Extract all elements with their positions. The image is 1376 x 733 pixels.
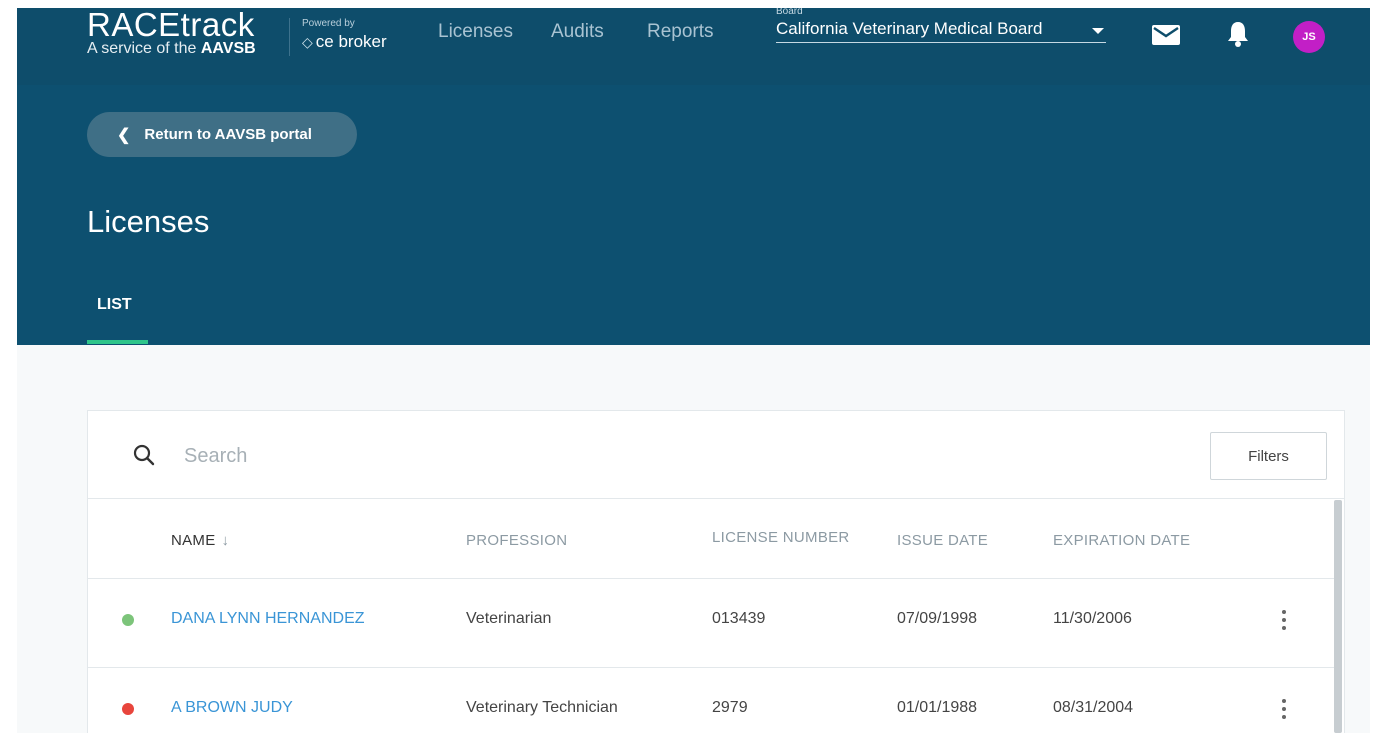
table-scrollbar[interactable]: [1334, 500, 1342, 733]
license-holder-name-link[interactable]: DANA LYNN HERNANDEZ: [171, 610, 365, 628]
column-header-license-number[interactable]: LICENSE NUMBER: [712, 529, 850, 546]
nav-audits[interactable]: Audits: [551, 21, 604, 43]
search-bar: Filters: [88, 411, 1344, 499]
board-select[interactable]: California Veterinary Medical Board: [776, 19, 1106, 43]
filters-button[interactable]: Filters: [1210, 432, 1327, 480]
nav-reports[interactable]: Reports: [647, 21, 714, 43]
notifications-button[interactable]: [1226, 20, 1250, 48]
column-header-name-label: NAME: [171, 532, 216, 549]
brand-subtitle-org: AAVSB: [200, 40, 256, 57]
expiration-date-cell: 11/30/2006: [1053, 610, 1132, 627]
messages-button[interactable]: [1151, 24, 1181, 46]
brand-divider: [289, 18, 290, 56]
return-to-portal-button[interactable]: ❮ Return to AAVSB portal: [87, 112, 357, 157]
envelope-icon: [1152, 25, 1180, 45]
profession-cell: Veterinarian: [466, 610, 552, 627]
licenses-card: Filters NAME ↓ PROFESSION LICENSE NUMBER …: [87, 410, 1345, 733]
column-header-profession[interactable]: PROFESSION: [466, 532, 567, 549]
search-icon: [133, 444, 155, 466]
chevron-left-icon: ❮: [117, 126, 131, 144]
status-indicator: [122, 703, 134, 715]
expiration-date-cell: 08/31/2004: [1053, 699, 1134, 716]
active-tab-indicator: [87, 340, 148, 344]
nav-licenses[interactable]: Licenses: [438, 21, 513, 43]
search-input[interactable]: [184, 442, 684, 470]
table-row: A BROWN JUDY Veterinary Technician 2979 …: [88, 668, 1334, 733]
user-avatar[interactable]: JS: [1293, 21, 1325, 53]
page-title: Licenses: [87, 204, 210, 239]
brand-logo[interactable]: RACEtrack A service of the AAVSB: [87, 8, 256, 58]
more-options-icon[interactable]: [1280, 610, 1288, 636]
partner-logo: ◇ ce broker: [302, 32, 387, 52]
column-header-name[interactable]: NAME ↓: [171, 532, 229, 549]
bell-icon: [1228, 22, 1248, 47]
license-number-cell: 2979: [712, 699, 748, 716]
table-row: DANA LYNN HERNANDEZ Veterinarian 013439 …: [88, 579, 1334, 668]
status-indicator: [122, 614, 134, 626]
board-select-value: California Veterinary Medical Board: [776, 19, 1043, 38]
table-header: NAME ↓ PROFESSION LICENSE NUMBER ISSUE DA…: [88, 499, 1334, 579]
partner-name: ce broker: [315, 32, 387, 51]
profession-cell: Veterinary Technician: [466, 699, 618, 716]
cebroker-mark-icon: ◇: [302, 34, 313, 50]
more-options-icon[interactable]: [1280, 699, 1288, 725]
powered-by-label: Powered by: [302, 18, 355, 29]
issue-date-cell: 01/01/1988: [897, 699, 978, 716]
board-select-label: Board: [776, 8, 803, 16]
column-header-issue-date[interactable]: ISSUE DATE: [897, 532, 988, 549]
license-holder-name-link[interactable]: A BROWN JUDY: [171, 699, 293, 717]
return-to-portal-label: Return to AAVSB portal: [144, 126, 312, 143]
sort-down-arrow-icon: ↓: [221, 532, 230, 549]
brand-title: RACEtrack: [87, 6, 255, 43]
brand-subtitle-prefix: A service of the: [87, 40, 197, 57]
brand-subtitle: A service of the AAVSB: [87, 40, 256, 58]
license-number-cell: 013439: [712, 610, 766, 627]
issue-date-cell: 07/09/1998: [897, 610, 978, 627]
tab-list[interactable]: LIST: [97, 296, 132, 314]
column-header-expiration-date[interactable]: EXPIRATION DATE: [1053, 532, 1190, 549]
chevron-down-icon: [1092, 28, 1104, 34]
